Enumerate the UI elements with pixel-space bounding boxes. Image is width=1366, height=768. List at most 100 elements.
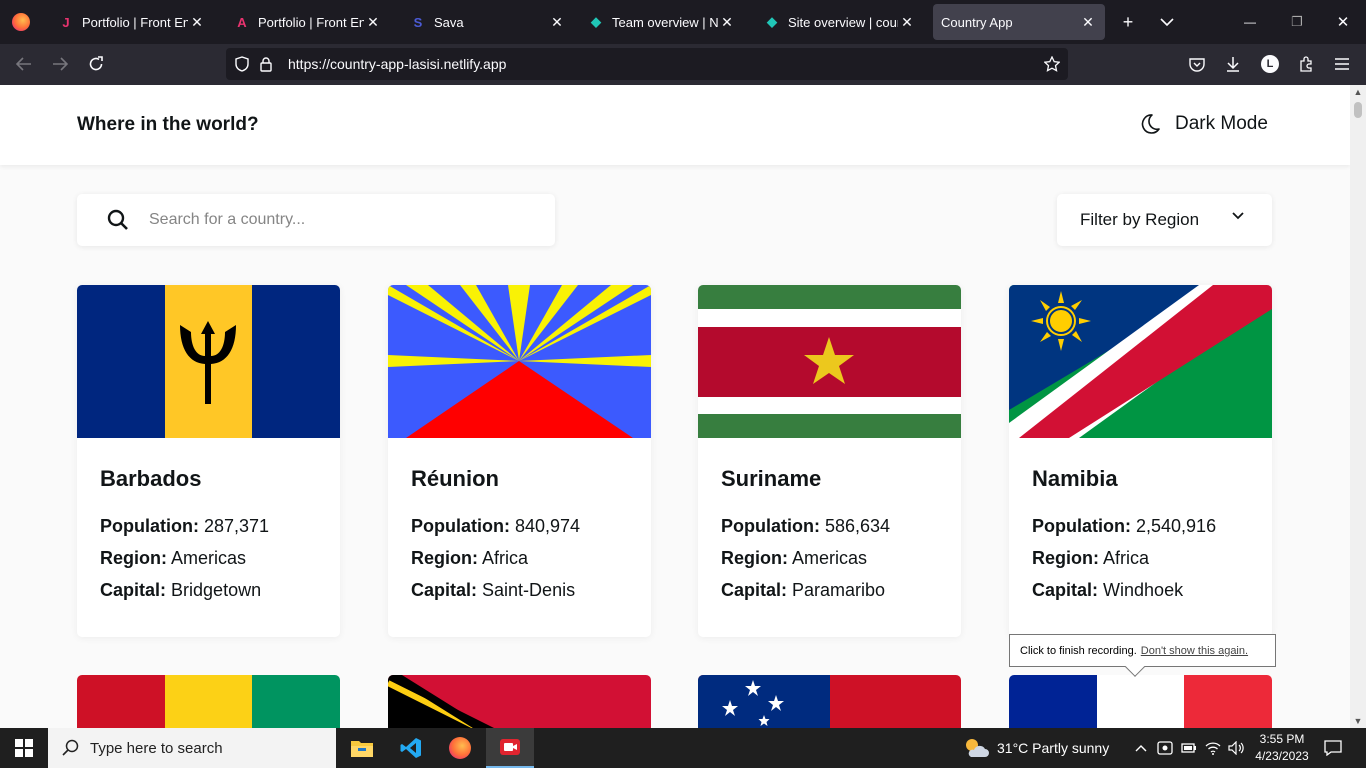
country-card-partial[interactable] [1009, 675, 1272, 728]
tab-sava[interactable]: S Sava ✕ [402, 4, 574, 40]
country-card-partial[interactable] [698, 675, 961, 728]
country-card-barbados[interactable]: Barbados Population: 287,371 Region: Ame… [77, 285, 340, 637]
country-card-partial[interactable] [77, 675, 340, 728]
capital-label: Capital: [100, 580, 167, 600]
netlify-icon: ◆ [767, 14, 777, 29]
tab-site-overview[interactable]: ◆ Site overview | country ✕ [756, 4, 924, 40]
forward-button[interactable] [46, 50, 74, 78]
dont-show-again-link[interactable]: Don't show this again. [1141, 645, 1248, 657]
scroll-up-arrow-icon[interactable]: ▲ [1353, 87, 1363, 97]
scroll-down-arrow-icon[interactable]: ▼ [1353, 716, 1363, 726]
downloads-icon[interactable] [1219, 50, 1247, 78]
barbados-flag [77, 285, 340, 438]
close-tab-icon[interactable]: ✕ [1079, 14, 1097, 31]
country-card-suriname[interactable]: Suriname Population: 586,634 Region: Ame… [698, 285, 961, 637]
list-all-tabs-button[interactable] [1153, 8, 1181, 36]
population-label: Population: [721, 516, 820, 536]
population-row: Population: 840,974 [411, 510, 628, 542]
search-icon [62, 739, 79, 756]
namibia-flag [1009, 285, 1272, 438]
shield-icon[interactable] [232, 54, 252, 74]
chevron-down-icon [1232, 212, 1244, 220]
region-row: Region: Africa [411, 542, 628, 574]
page-title: Where in the world? [77, 114, 259, 135]
url-text[interactable]: https://country-app-lasisi.netlify.app [288, 56, 506, 72]
wifi-icon[interactable] [1203, 728, 1223, 768]
country-card-reunion[interactable]: Réunion Population: 840,974 Region: Afri… [388, 285, 651, 637]
new-tab-button[interactable]: + [1114, 8, 1142, 36]
address-bar[interactable]: https://country-app-lasisi.netlify.app [226, 48, 1068, 80]
tab-team-overview[interactable]: ◆ Team overview | Netlify ✕ [580, 4, 744, 40]
close-tab-icon[interactable]: ✕ [188, 14, 206, 31]
region-value: Americas [171, 548, 247, 568]
tab-title: Portfolio | Front End De [82, 14, 188, 30]
lock-icon[interactable] [256, 54, 276, 74]
capital-row: Capital: Paramaribo [721, 574, 938, 606]
restore-window-button[interactable]: ❐ [1283, 8, 1311, 36]
tab-country-app[interactable]: Country App ✕ [933, 4, 1105, 40]
population-value: 287,371 [204, 516, 270, 536]
search-input[interactable] [149, 211, 529, 229]
recorder-icon[interactable] [486, 728, 534, 768]
region-value: Americas [792, 548, 868, 568]
firefox-icon[interactable] [436, 728, 484, 768]
notifications-icon[interactable] [1321, 728, 1345, 768]
close-tab-icon[interactable]: ✕ [718, 14, 736, 31]
netlify-icon: ◆ [591, 14, 601, 29]
chevron-up-icon[interactable] [1131, 728, 1151, 768]
account-avatar[interactable]: L [1256, 50, 1284, 78]
search-box[interactable] [77, 194, 555, 246]
vscode-icon[interactable] [387, 728, 435, 768]
extensions-icon[interactable] [1292, 50, 1320, 78]
region-filter-dropdown[interactable]: Filter by Region [1057, 194, 1272, 246]
weather-widget[interactable]: 31°C Partly sunny [963, 728, 1109, 768]
start-button[interactable] [0, 728, 48, 768]
firefox-menu-icon[interactable] [0, 0, 42, 44]
recording-tooltip[interactable]: Click to finish recording. Don't show th… [1009, 634, 1276, 677]
reload-icon [89, 56, 103, 71]
capital-label: Capital: [721, 580, 788, 600]
capital-value: Bridgetown [171, 580, 262, 600]
taskbar-search-box[interactable]: Type here to search [48, 728, 336, 768]
moon-icon [1141, 114, 1160, 134]
hamburger-menu-icon[interactable] [1328, 50, 1356, 78]
battery-icon[interactable] [1179, 728, 1199, 768]
country-name: Réunion [411, 466, 499, 491]
close-tab-icon[interactable]: ✕ [548, 14, 566, 31]
tooltip-text: Click to finish recording. [1020, 644, 1137, 657]
back-button[interactable] [10, 50, 38, 78]
page-scrollbar[interactable]: ▲ ▼ [1350, 85, 1366, 728]
browser-nav-bar: https://country-app-lasisi.netlify.app L [0, 44, 1366, 85]
bookmark-star-icon[interactable] [1042, 54, 1062, 74]
windows-taskbar: Type here to search 31°C Partly sunny 3:… [0, 728, 1366, 768]
region-label: Region: [411, 548, 478, 568]
system-clock[interactable]: 3:55 PM 4/23/2023 [1250, 731, 1314, 765]
region-label: Region: [1032, 548, 1099, 568]
suriname-flag [698, 285, 961, 438]
country-card-partial[interactable] [388, 675, 651, 728]
tab-portfolio-2[interactable]: A Portfolio | Front End De ✕ [226, 4, 390, 40]
taskbar-search-placeholder: Type here to search [90, 739, 223, 757]
volume-icon[interactable] [1226, 728, 1246, 768]
close-window-button[interactable]: ✕ [1329, 8, 1357, 36]
weather-text: 31°C Partly sunny [997, 740, 1110, 756]
pocket-icon[interactable] [1183, 50, 1211, 78]
file-explorer-icon[interactable] [338, 728, 386, 768]
close-tab-icon[interactable]: ✕ [898, 14, 916, 31]
minimize-window-button[interactable]: — [1236, 8, 1264, 36]
arrow-right-icon [53, 57, 68, 71]
recorder-tray-icon[interactable] [1155, 728, 1175, 768]
dark-mode-toggle[interactable]: Dark Mode [1139, 113, 1268, 135]
scrollbar-thumb[interactable] [1354, 102, 1362, 118]
capital-row: Capital: Saint-Denis [411, 574, 628, 606]
region-label: Region: [721, 548, 788, 568]
reload-button[interactable] [82, 50, 110, 78]
capital-value: Paramaribo [792, 580, 886, 600]
country-card-namibia[interactable]: Namibia Population: 2,540,916 Region: Af… [1009, 285, 1272, 637]
dark-mode-label: Dark Mode [1175, 113, 1268, 134]
clock-time: 3:55 PM [1259, 732, 1305, 746]
close-tab-icon[interactable]: ✕ [364, 14, 382, 31]
app-header: Where in the world? Dark Mode [0, 85, 1350, 165]
tab-portfolio-1[interactable]: J Portfolio | Front End De ✕ [50, 4, 214, 40]
country-name: Barbados [100, 466, 202, 491]
